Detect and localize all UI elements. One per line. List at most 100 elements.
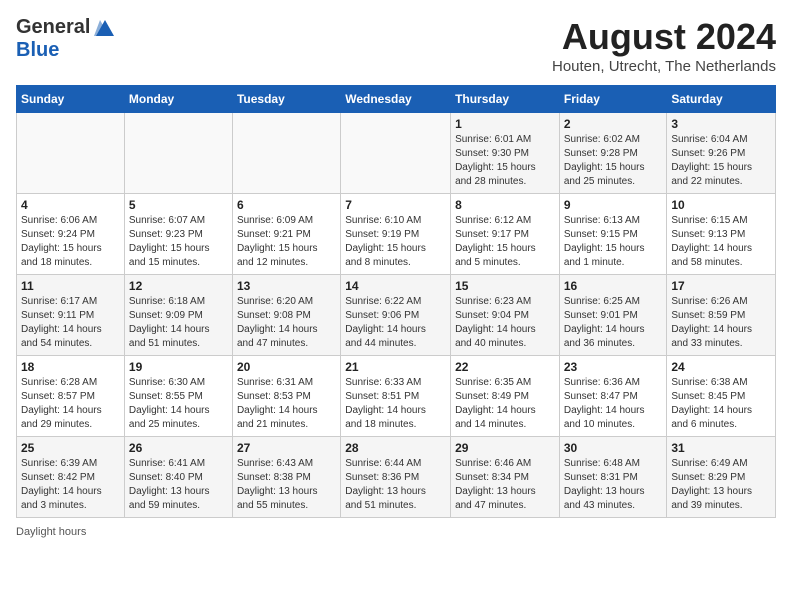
calendar-cell: 17 Sunrise: 6:26 AM Sunset: 8:59 PM Dayli… xyxy=(667,275,776,356)
day-number: 17 xyxy=(671,279,771,293)
day-number: 18 xyxy=(21,360,120,374)
day-info: Sunrise: 6:12 AM Sunset: 9:17 PM Dayligh… xyxy=(455,214,555,270)
day-number: 8 xyxy=(455,198,555,212)
calendar-week-4: 18 Sunrise: 6:28 AM Sunset: 8:57 PM Dayli… xyxy=(17,356,776,437)
day-header-monday: Monday xyxy=(124,86,232,113)
day-number: 9 xyxy=(564,198,663,212)
day-info: Sunrise: 6:07 AM Sunset: 9:23 PM Dayligh… xyxy=(129,214,228,270)
calendar-week-5: 25Sunrise: 6:39 AM Sunset: 8:42 PM Dayli… xyxy=(17,437,776,518)
calendar-cell: 1 Sunrise: 6:01 AM Sunset: 9:30 PM Daylig… xyxy=(451,113,560,194)
calendar-cell: 24Sunrise: 6:38 AM Sunset: 8:45 PM Dayli… xyxy=(667,356,776,437)
day-info: Sunrise: 6:41 AM Sunset: 8:40 PM Dayligh… xyxy=(129,457,228,513)
calendar-cell: 11Sunrise: 6:17 AM Sunset: 9:11 PM Dayli… xyxy=(17,275,125,356)
calendar-cell: 2 Sunrise: 6:02 AM Sunset: 9:28 PM Daylig… xyxy=(559,113,667,194)
day-info: Sunrise: 6:49 AM Sunset: 8:29 PM Dayligh… xyxy=(671,457,771,513)
calendar-cell: 7 Sunrise: 6:10 AM Sunset: 9:19 PM Daylig… xyxy=(341,194,451,275)
calendar-cell: 9Sunrise: 6:13 AM Sunset: 9:15 PM Daylig… xyxy=(559,194,667,275)
day-number: 31 xyxy=(671,441,771,455)
day-number: 28 xyxy=(345,441,446,455)
calendar-cell: 21 Sunrise: 6:33 AM Sunset: 8:51 PM Dayli… xyxy=(341,356,451,437)
footer-note: Daylight hours xyxy=(16,526,776,538)
calendar-cell: 12Sunrise: 6:18 AM Sunset: 9:09 PM Dayli… xyxy=(124,275,232,356)
day-info: Sunrise: 6:06 AM Sunset: 9:24 PM Dayligh… xyxy=(21,214,120,270)
day-number: 24 xyxy=(671,360,771,374)
day-info: Sunrise: 6:04 AM Sunset: 9:26 PM Dayligh… xyxy=(671,133,771,189)
day-number: 19 xyxy=(129,360,228,374)
day-info: Sunrise: 6:01 AM Sunset: 9:30 PM Dayligh… xyxy=(455,133,555,189)
day-number: 15 xyxy=(455,279,555,293)
calendar-cell: 26 Sunrise: 6:41 AM Sunset: 8:40 PM Dayli… xyxy=(124,437,232,518)
day-number: 27 xyxy=(237,441,336,455)
day-number: 21 xyxy=(345,360,446,374)
day-header-sunday: Sunday xyxy=(17,86,125,113)
calendar-cell: 31 Sunrise: 6:49 AM Sunset: 8:29 PM Dayli… xyxy=(667,437,776,518)
logo-general-text: General xyxy=(16,16,90,39)
calendar-header: SundayMondayTuesdayWednesdayThursdayFrid… xyxy=(17,86,776,113)
calendar-cell: 23 Sunrise: 6:36 AM Sunset: 8:47 PM Dayli… xyxy=(559,356,667,437)
calendar-cell: 27 Sunrise: 6:43 AM Sunset: 8:38 PM Dayli… xyxy=(232,437,340,518)
calendar-body: 1 Sunrise: 6:01 AM Sunset: 9:30 PM Daylig… xyxy=(17,113,776,518)
calendar-cell: 29 Sunrise: 6:46 AM Sunset: 8:34 PM Dayli… xyxy=(451,437,560,518)
calendar-cell: 15 Sunrise: 6:23 AM Sunset: 9:04 PM Dayli… xyxy=(451,275,560,356)
calendar-cell: 3 Sunrise: 6:04 AM Sunset: 9:26 PM Daylig… xyxy=(667,113,776,194)
day-info: Sunrise: 6:33 AM Sunset: 8:51 PM Dayligh… xyxy=(345,376,446,432)
day-info: Sunrise: 6:25 AM Sunset: 9:01 PM Dayligh… xyxy=(564,295,663,351)
day-info: Sunrise: 6:28 AM Sunset: 8:57 PM Dayligh… xyxy=(21,376,120,432)
day-number: 6 xyxy=(237,198,336,212)
calendar-cell: 25Sunrise: 6:39 AM Sunset: 8:42 PM Dayli… xyxy=(17,437,125,518)
day-info: Sunrise: 6:48 AM Sunset: 8:31 PM Dayligh… xyxy=(564,457,663,513)
day-info: Sunrise: 6:35 AM Sunset: 8:49 PM Dayligh… xyxy=(455,376,555,432)
day-info: Sunrise: 6:09 AM Sunset: 9:21 PM Dayligh… xyxy=(237,214,336,270)
day-number: 7 xyxy=(345,198,446,212)
calendar-table: SundayMondayTuesdayWednesdayThursdayFrid… xyxy=(16,85,776,518)
day-info: Sunrise: 6:43 AM Sunset: 8:38 PM Dayligh… xyxy=(237,457,336,513)
day-number: 5 xyxy=(129,198,228,212)
day-number: 13 xyxy=(237,279,336,293)
calendar-cell: 30Sunrise: 6:48 AM Sunset: 8:31 PM Dayli… xyxy=(559,437,667,518)
day-number: 3 xyxy=(671,117,771,131)
calendar-cell xyxy=(232,113,340,194)
day-number: 16 xyxy=(564,279,663,293)
calendar-cell xyxy=(17,113,125,194)
calendar-week-1: 1 Sunrise: 6:01 AM Sunset: 9:30 PM Daylig… xyxy=(17,113,776,194)
day-number: 1 xyxy=(455,117,555,131)
day-header-saturday: Saturday xyxy=(667,86,776,113)
day-number: 2 xyxy=(564,117,663,131)
day-info: Sunrise: 6:10 AM Sunset: 9:19 PM Dayligh… xyxy=(345,214,446,270)
calendar-cell: 28Sunrise: 6:44 AM Sunset: 8:36 PM Dayli… xyxy=(341,437,451,518)
calendar-cell xyxy=(341,113,451,194)
day-info: Sunrise: 6:46 AM Sunset: 8:34 PM Dayligh… xyxy=(455,457,555,513)
logo-blue-text: Blue xyxy=(16,39,59,61)
day-header-wednesday: Wednesday xyxy=(341,86,451,113)
title-section: August 2024 Houten, Utrecht, The Netherl… xyxy=(552,16,776,75)
month-year-title: August 2024 xyxy=(552,16,776,58)
day-info: Sunrise: 6:23 AM Sunset: 9:04 PM Dayligh… xyxy=(455,295,555,351)
day-header-thursday: Thursday xyxy=(451,86,560,113)
day-info: Sunrise: 6:20 AM Sunset: 9:08 PM Dayligh… xyxy=(237,295,336,351)
day-number: 11 xyxy=(21,279,120,293)
days-row: SundayMondayTuesdayWednesdayThursdayFrid… xyxy=(17,86,776,113)
calendar-cell: 6 Sunrise: 6:09 AM Sunset: 9:21 PM Daylig… xyxy=(232,194,340,275)
calendar-cell: 8 Sunrise: 6:12 AM Sunset: 9:17 PM Daylig… xyxy=(451,194,560,275)
day-number: 22 xyxy=(455,360,555,374)
day-number: 20 xyxy=(237,360,336,374)
day-info: Sunrise: 6:02 AM Sunset: 9:28 PM Dayligh… xyxy=(564,133,663,189)
day-info: Sunrise: 6:36 AM Sunset: 8:47 PM Dayligh… xyxy=(564,376,663,432)
logo-icon xyxy=(94,18,116,38)
page-header: General Blue August 2024 Houten, Utrecht… xyxy=(16,16,776,75)
calendar-cell: 22 Sunrise: 6:35 AM Sunset: 8:49 PM Dayli… xyxy=(451,356,560,437)
day-info: Sunrise: 6:18 AM Sunset: 9:09 PM Dayligh… xyxy=(129,295,228,351)
day-number: 23 xyxy=(564,360,663,374)
calendar-cell: 20Sunrise: 6:31 AM Sunset: 8:53 PM Dayli… xyxy=(232,356,340,437)
calendar-cell: 16 Sunrise: 6:25 AM Sunset: 9:01 PM Dayli… xyxy=(559,275,667,356)
day-info: Sunrise: 6:26 AM Sunset: 8:59 PM Dayligh… xyxy=(671,295,771,351)
calendar-week-3: 11Sunrise: 6:17 AM Sunset: 9:11 PM Dayli… xyxy=(17,275,776,356)
day-number: 14 xyxy=(345,279,446,293)
calendar-cell xyxy=(124,113,232,194)
day-number: 25 xyxy=(21,441,120,455)
location-subtitle: Houten, Utrecht, The Netherlands xyxy=(552,58,776,75)
day-number: 26 xyxy=(129,441,228,455)
calendar-cell: 5 Sunrise: 6:07 AM Sunset: 9:23 PM Daylig… xyxy=(124,194,232,275)
day-number: 29 xyxy=(455,441,555,455)
calendar-cell: 18 Sunrise: 6:28 AM Sunset: 8:57 PM Dayli… xyxy=(17,356,125,437)
